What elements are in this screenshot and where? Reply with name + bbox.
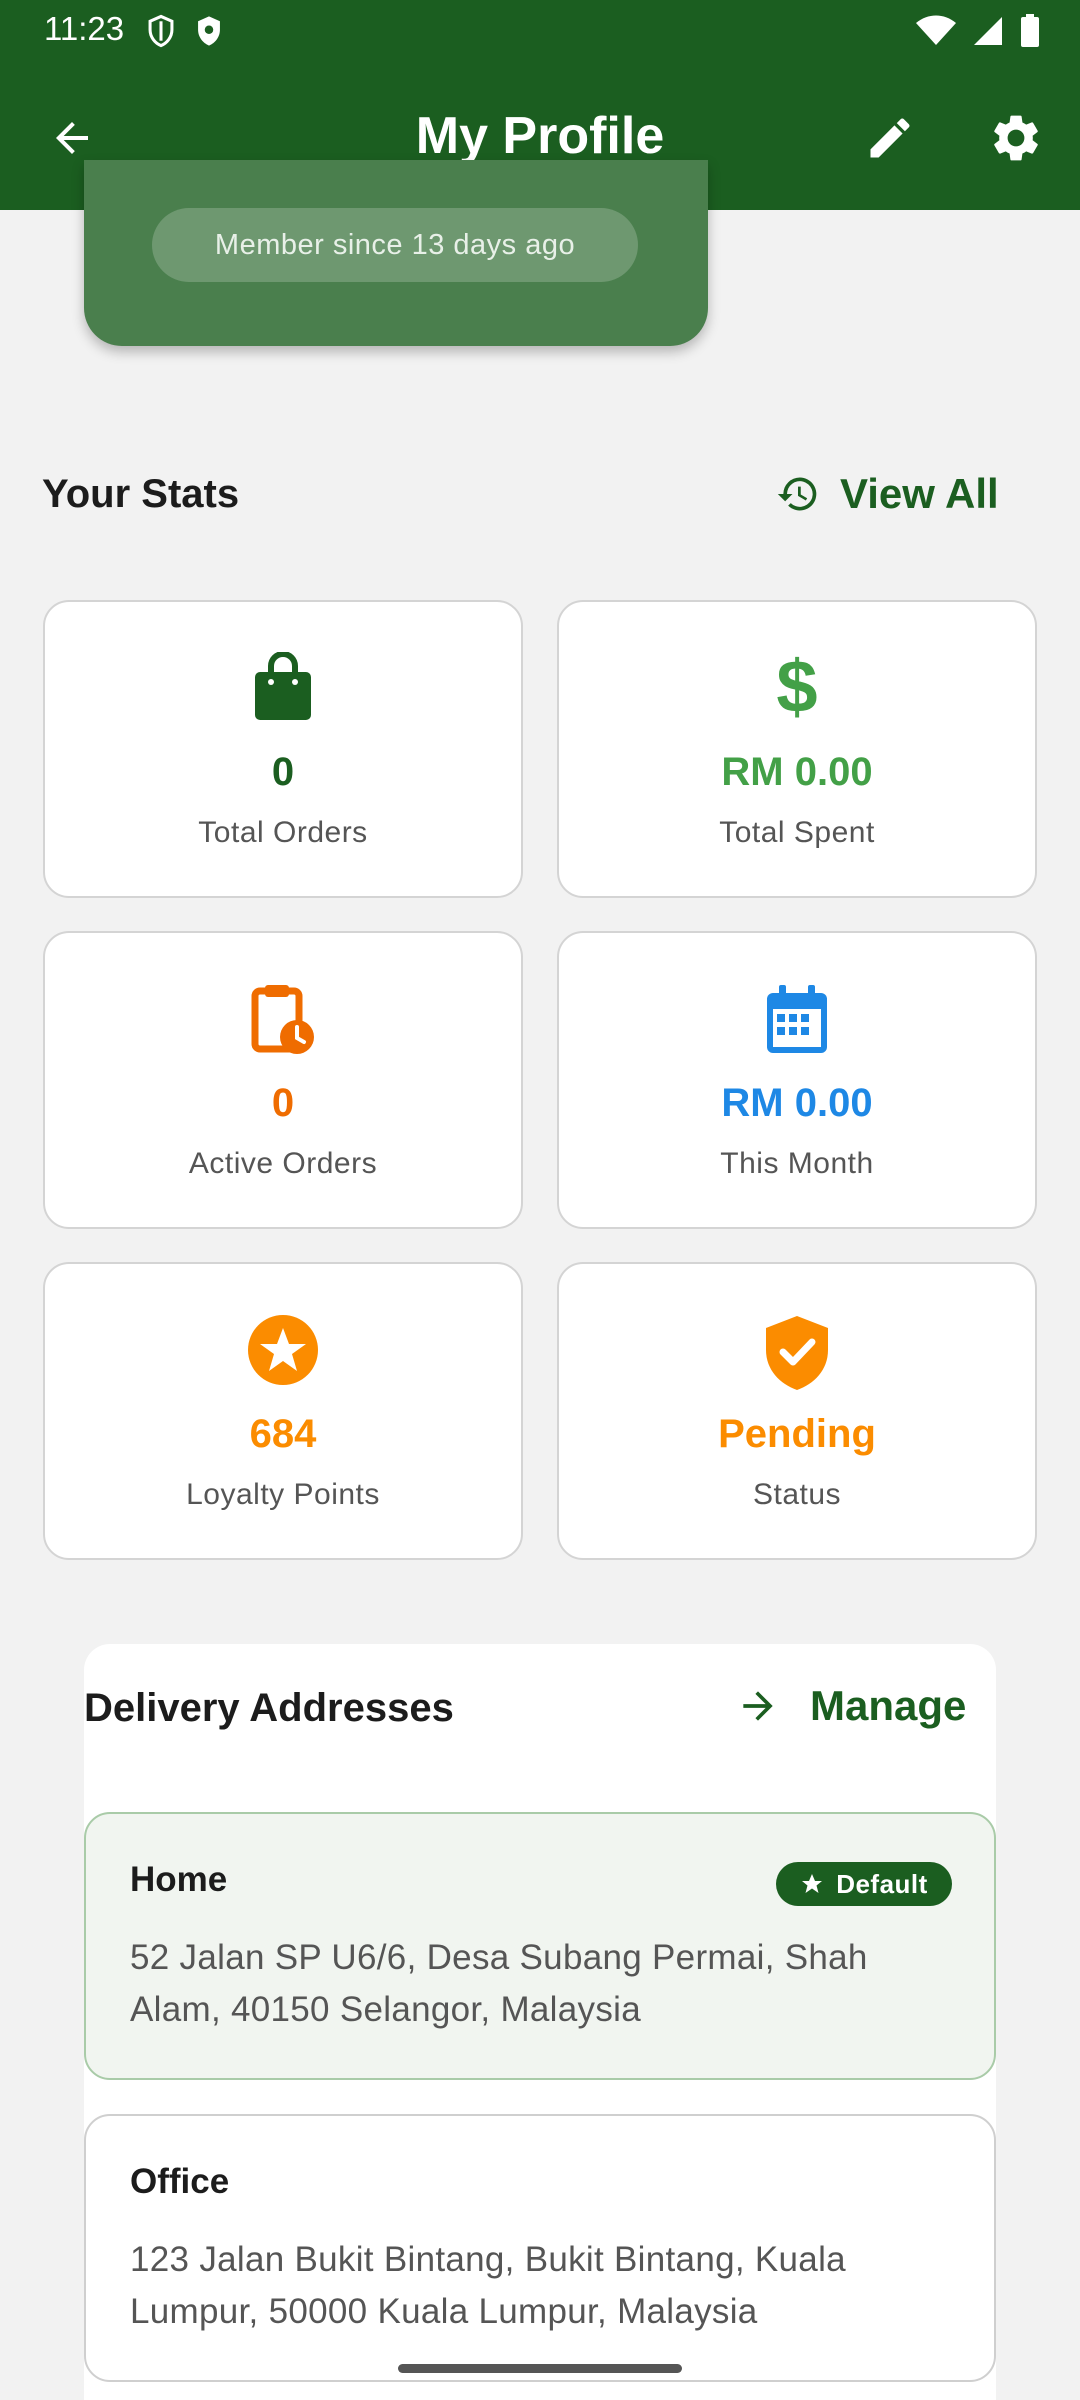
star-icon [248,1315,318,1385]
stat-label: Total Spent [719,816,875,849]
stat-card-active-orders[interactable]: 0 Active Orders [43,931,523,1229]
stat-label: Active Orders [188,1147,378,1180]
signal-icon [972,15,1004,52]
default-badge: Default [776,1862,952,1906]
member-since-badge: Member since 13 days ago [152,208,638,282]
stat-value: 684 [249,1412,317,1456]
verified-shield-icon [766,1316,828,1390]
pending-actions-icon [251,985,314,1054]
stat-card-total-spent[interactable]: $ RM 0.00 Total Spent [557,600,1037,898]
svg-text:$: $ [776,652,817,722]
view-all-button[interactable]: View All [776,464,999,524]
stats-header: Your Stats View All [42,464,1042,524]
stat-value: Pending [718,1412,876,1456]
stat-card-loyalty-points[interactable]: 684 Loyalty Points [43,1262,523,1560]
edit-profile-button[interactable] [858,106,922,170]
gear-icon [994,115,1038,161]
history-icon [777,477,817,511]
status-time: 11:23 [44,10,125,47]
stat-value: RM 0.00 [721,750,873,794]
status-bar: 11:23 [0,0,1080,62]
star-icon [802,1874,823,1893]
delivery-addresses-section: Delivery Addresses Manage Home Default 5… [84,1644,996,2400]
stat-label: Loyalty Points [186,1478,380,1511]
battery-icon [1020,14,1040,53]
view-all-label: View All [840,470,999,517]
stat-label: Total Orders [198,816,368,849]
default-badge-label: Default [836,1868,928,1899]
manage-label: Manage [810,1682,967,1729]
addresses-title: Delivery Addresses [84,1686,454,1730]
stat-value: 0 [271,1081,295,1125]
shield-filled-icon [194,14,224,53]
stat-label: Status [752,1478,842,1511]
stat-card-total-orders[interactable]: 0 Total Orders [43,600,523,898]
dollar-icon: $ [776,652,817,722]
address-text: 123 Jalan Bukit Bintang, Bukit Bintang, … [130,2240,846,2331]
stat-value: RM 0.00 [721,1081,873,1125]
calendar-icon [767,985,827,1053]
home-indicator[interactable] [398,2364,682,2373]
stat-label: This Month [720,1147,874,1180]
address-text: 52 Jalan SP U6/6, Desa Subang Permai, Sh… [130,1938,868,2029]
shopping-bag-icon [255,652,311,720]
stat-value: 0 [271,750,295,794]
address-card-home[interactable]: Home Default 52 Jalan SP U6/6, Desa Suba… [84,1812,996,2080]
shield-outline-icon [146,14,176,53]
pencil-icon [870,118,910,158]
address-card-office[interactable]: Office 123 Jalan Bukit Bintang, Bukit Bi… [84,2114,996,2382]
stat-card-this-month[interactable]: RM 0.00 This Month [557,931,1037,1229]
address-name: Office [130,2162,230,2201]
wifi-icon [916,15,956,52]
profile-card: Member since 13 days ago [84,160,708,346]
address-name: Home [130,1860,228,1899]
settings-button[interactable] [984,106,1048,170]
stat-card-status[interactable]: Pending Status [557,1262,1037,1560]
manage-addresses-button[interactable]: Manage [736,1674,966,1738]
arrow-forward-icon [743,1691,773,1721]
stats-title: Your Stats [42,472,240,516]
